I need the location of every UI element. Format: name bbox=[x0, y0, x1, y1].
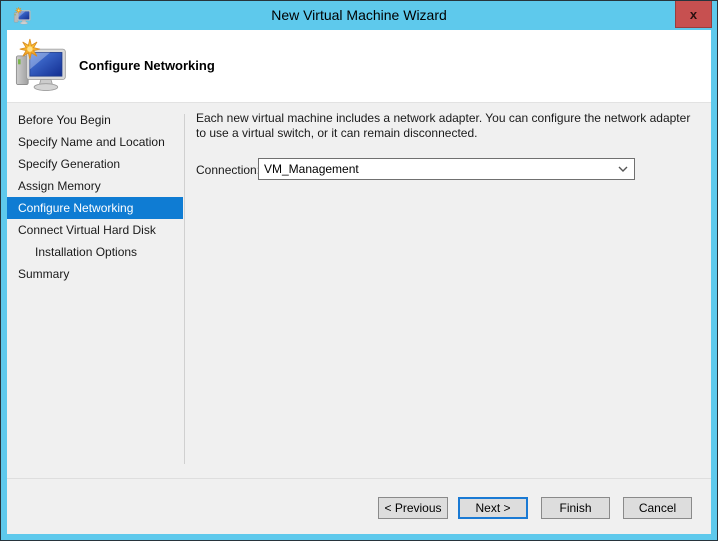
finish-button[interactable]: Finish bbox=[541, 497, 610, 519]
sidebar-item-specify-name-and-location[interactable]: Specify Name and Location bbox=[7, 131, 183, 153]
sidebar-item-installation-options[interactable]: Installation Options bbox=[7, 241, 183, 263]
page-description: Each new virtual machine includes a netw… bbox=[196, 111, 691, 140]
wizard-steps-sidebar: Before You Begin Specify Name and Locati… bbox=[7, 109, 183, 285]
window-title: New Virtual Machine Wizard bbox=[271, 7, 447, 23]
wizard-header: Configure Networking bbox=[7, 30, 711, 103]
new-virtual-machine-wizard-window: New Virtual Machine Wizard x Configure N… bbox=[0, 0, 718, 541]
connection-label: Connection: bbox=[196, 163, 261, 177]
page-title: Configure Networking bbox=[79, 58, 215, 73]
sidebar-item-before-you-begin[interactable]: Before You Begin bbox=[7, 109, 183, 131]
footer-divider bbox=[7, 478, 711, 479]
sidebar-item-specify-generation[interactable]: Specify Generation bbox=[7, 153, 183, 175]
connection-dropdown-value: VM_Management bbox=[264, 162, 359, 176]
wizard-app-icon bbox=[13, 7, 31, 25]
previous-button[interactable]: < Previous bbox=[378, 497, 448, 519]
connection-dropdown[interactable]: VM_Management bbox=[258, 158, 635, 180]
sidebar-item-connect-virtual-hard-disk[interactable]: Connect Virtual Hard Disk bbox=[7, 219, 183, 241]
next-button[interactable]: Next > bbox=[458, 497, 528, 519]
sidebar-item-assign-memory[interactable]: Assign Memory bbox=[7, 175, 183, 197]
sidebar-item-summary[interactable]: Summary bbox=[7, 263, 183, 285]
sidebar-item-configure-networking[interactable]: Configure Networking bbox=[7, 197, 183, 219]
sidebar-content-divider bbox=[184, 114, 185, 464]
dialog-client-area: Configure Networking Before You Begin Sp… bbox=[7, 30, 711, 534]
new-vm-wizard-icon bbox=[15, 38, 66, 91]
chevron-down-icon[interactable] bbox=[612, 166, 634, 172]
cancel-button[interactable]: Cancel bbox=[623, 497, 692, 519]
titlebar[interactable]: New Virtual Machine Wizard x bbox=[1, 1, 717, 30]
close-button[interactable]: x bbox=[675, 1, 712, 28]
